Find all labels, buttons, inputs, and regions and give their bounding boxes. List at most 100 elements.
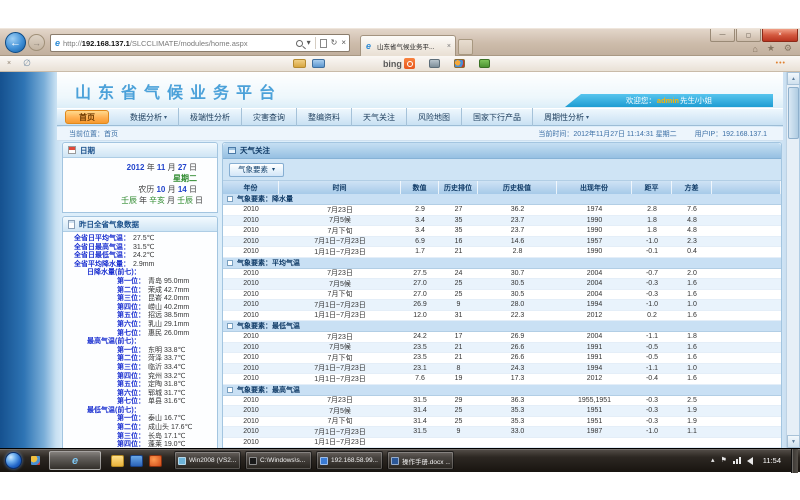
group-checkbox[interactable] (227, 323, 233, 329)
table-row[interactable]: 20107月1日~7月23日23.1824.31994-1.11.0 (223, 364, 781, 375)
table-row[interactable]: 20107月1日~7月23日26.9928.01994-1.01.0 (223, 300, 781, 311)
nav-item[interactable]: 极端性分析 (179, 108, 242, 126)
table-row[interactable]: 20107月5候27.02530.52004-0.31.6 (223, 279, 781, 290)
forward-button[interactable]: → (28, 34, 45, 51)
pinned-app-icon[interactable] (149, 455, 162, 467)
bing-toolbar[interactable]: bing (383, 58, 415, 69)
home-icon[interactable]: ⌂ (752, 44, 757, 54)
puzzle-addon-icon[interactable] (479, 59, 490, 68)
blocked-icon[interactable]: ∅ (23, 58, 31, 69)
group-checkbox[interactable] (227, 387, 233, 393)
scrollbar-thumb[interactable] (788, 87, 799, 139)
column-header[interactable]: 方差 (672, 181, 712, 194)
favorites-star-icon[interactable]: ★ (767, 43, 775, 54)
tray-expand-icon[interactable]: ▴ (711, 457, 715, 464)
table-row[interactable]: 20101月1日~7月23日 (223, 438, 781, 449)
nav-item[interactable]: 天气关注 (352, 108, 407, 126)
nav-item[interactable]: 灾害查询 (242, 108, 297, 126)
nav-item[interactable]: 周期性分析▾ (533, 108, 600, 126)
network-icon[interactable] (733, 457, 741, 464)
table-row[interactable]: 20107月5候31.42535.31951-0.31.9 (223, 406, 781, 417)
taskbar-window-button[interactable]: 192.168.58.99... (316, 451, 383, 470)
column-header[interactable]: 出现年份 (557, 181, 632, 194)
column-header[interactable]: 数值 (401, 181, 439, 194)
column-header[interactable]: 距平 (632, 181, 672, 194)
table-group-row[interactable]: 气象要素：平均气温 (223, 258, 781, 269)
table-row[interactable]: 20107月下旬31.42535.31951-0.31.9 (223, 417, 781, 428)
table-row[interactable]: 20107月23日24.21726.92004-1.11.8 (223, 332, 781, 343)
url-text[interactable]: http://192.168.137.1/SLCCLIMATE/modules/… (63, 39, 293, 48)
close-icon[interactable]: × (7, 60, 11, 67)
browser-tab[interactable]: e 山东省气候业务平... × (360, 35, 456, 56)
nav-item[interactable]: 首页 (65, 110, 109, 124)
action-center-flag-icon[interactable]: ⚑ (721, 457, 727, 464)
table-group-row[interactable]: 气象要素：最低气温 (223, 321, 781, 332)
column-header[interactable]: 历史排位 (439, 181, 478, 194)
search-icon[interactable] (296, 40, 303, 47)
table-cell: 1990 (557, 247, 632, 257)
nav-item[interactable]: 国家下行产品 (462, 108, 533, 126)
table-row[interactable]: 20107月23日31.52936.31955,1951-0.32.5 (223, 396, 781, 407)
more-icon[interactable]: ••• (776, 60, 786, 67)
media-player-icon[interactable] (130, 455, 143, 467)
close-button[interactable]: × (762, 29, 798, 42)
minimize-button[interactable]: — (710, 29, 735, 42)
table-group-row[interactable]: 气象要素：降水量 (223, 194, 781, 205)
table-row[interactable]: 20107月下旬23.52126.61991-0.51.6 (223, 353, 781, 364)
new-tab-button[interactable] (458, 39, 473, 55)
table-row[interactable]: 20107月23日2.92736.219742.87.6 (223, 205, 781, 216)
taskbar-ie-button[interactable]: e (49, 451, 101, 470)
app-icon[interactable] (31, 456, 40, 465)
nav-item-label: 整编资料 (308, 112, 340, 123)
camera-addon-icon[interactable] (429, 59, 440, 68)
column-header[interactable]: 时间 (279, 181, 401, 194)
tab-close-icon[interactable]: × (447, 43, 451, 50)
column-header[interactable]: 年份 (223, 181, 279, 194)
refresh-icon[interactable]: ↻ (331, 39, 338, 47)
taskbar-window-button[interactable]: 操作手册.docx ... (387, 451, 454, 470)
explorer-icon[interactable] (111, 455, 124, 467)
username: admin (657, 96, 679, 105)
show-desktop-button[interactable] (791, 449, 798, 473)
vertical-scrollbar[interactable]: ▲ ▼ (786, 72, 799, 448)
table-cell-spacer (712, 237, 781, 247)
table-cell: 14.6 (478, 237, 557, 247)
scroll-down-icon[interactable]: ▼ (787, 435, 800, 448)
table-row[interactable]: 20107月5候3.43523.719901.84.8 (223, 216, 781, 227)
addon-card-icon[interactable] (293, 59, 306, 68)
table-row[interactable]: 20101月1日~7月23日7.61917.32012-0.41.6 (223, 374, 781, 385)
bing-search-icon[interactable] (404, 58, 415, 69)
table-group-row[interactable]: 气象要素：最高气温 (223, 385, 781, 396)
scroll-up-icon[interactable]: ▲ (787, 72, 800, 85)
table-row[interactable]: 20107月下旬27.02530.52004-0.31.6 (223, 290, 781, 301)
addon-icon[interactable] (454, 59, 465, 68)
addon-mail-icon[interactable] (312, 59, 325, 68)
table-row[interactable]: 20101月1日~7月23日12.03122.320120.21.6 (223, 311, 781, 322)
start-button[interactable] (5, 452, 22, 469)
table-row[interactable]: 20107月5候23.52126.61991-0.51.6 (223, 343, 781, 354)
nav-item[interactable]: 整编资料 (297, 108, 352, 126)
element-filter-button[interactable]: 气象要素 ▾ (229, 163, 284, 177)
table-row[interactable]: 20101月1日~7月23日1.7212.81990-0.10.4 (223, 247, 781, 258)
group-checkbox[interactable] (227, 260, 233, 266)
address-bar[interactable]: e http://192.168.137.1/SLCCLIMATE/module… (50, 34, 350, 52)
table-cell: 2012 (557, 374, 632, 384)
table-row[interactable]: 20107月下旬3.43523.719901.84.8 (223, 226, 781, 237)
table-row[interactable]: 20107月23日27.52430.72004-0.72.0 (223, 269, 781, 280)
group-checkbox[interactable] (227, 196, 233, 202)
table-row[interactable]: 20107月1日~7月23日31.5933.01987-1.01.1 (223, 427, 781, 438)
chevron-down-icon[interactable]: ▾ (307, 39, 311, 47)
nav-item[interactable]: 数据分析▾ (119, 108, 179, 126)
nav-item[interactable]: 风险地图 (407, 108, 462, 126)
column-header[interactable]: 历史极值 (478, 181, 557, 194)
taskbar-window-button[interactable]: C:\Windows\s... (245, 451, 312, 470)
taskbar-window-button[interactable]: Win2008 (VS2... (174, 451, 241, 470)
maximize-button[interactable]: ▢ (736, 29, 761, 42)
table-row[interactable]: 20107月1日~7月23日6.91614.61957-1.02.3 (223, 237, 781, 248)
taskbar-clock[interactable]: 11:54 (763, 456, 781, 465)
back-button[interactable]: ← (5, 32, 26, 53)
compatibility-view-icon[interactable] (320, 39, 327, 48)
settings-gear-icon[interactable]: ⚙ (784, 43, 792, 54)
volume-icon[interactable] (747, 457, 753, 465)
stop-icon[interactable]: × (341, 39, 346, 47)
